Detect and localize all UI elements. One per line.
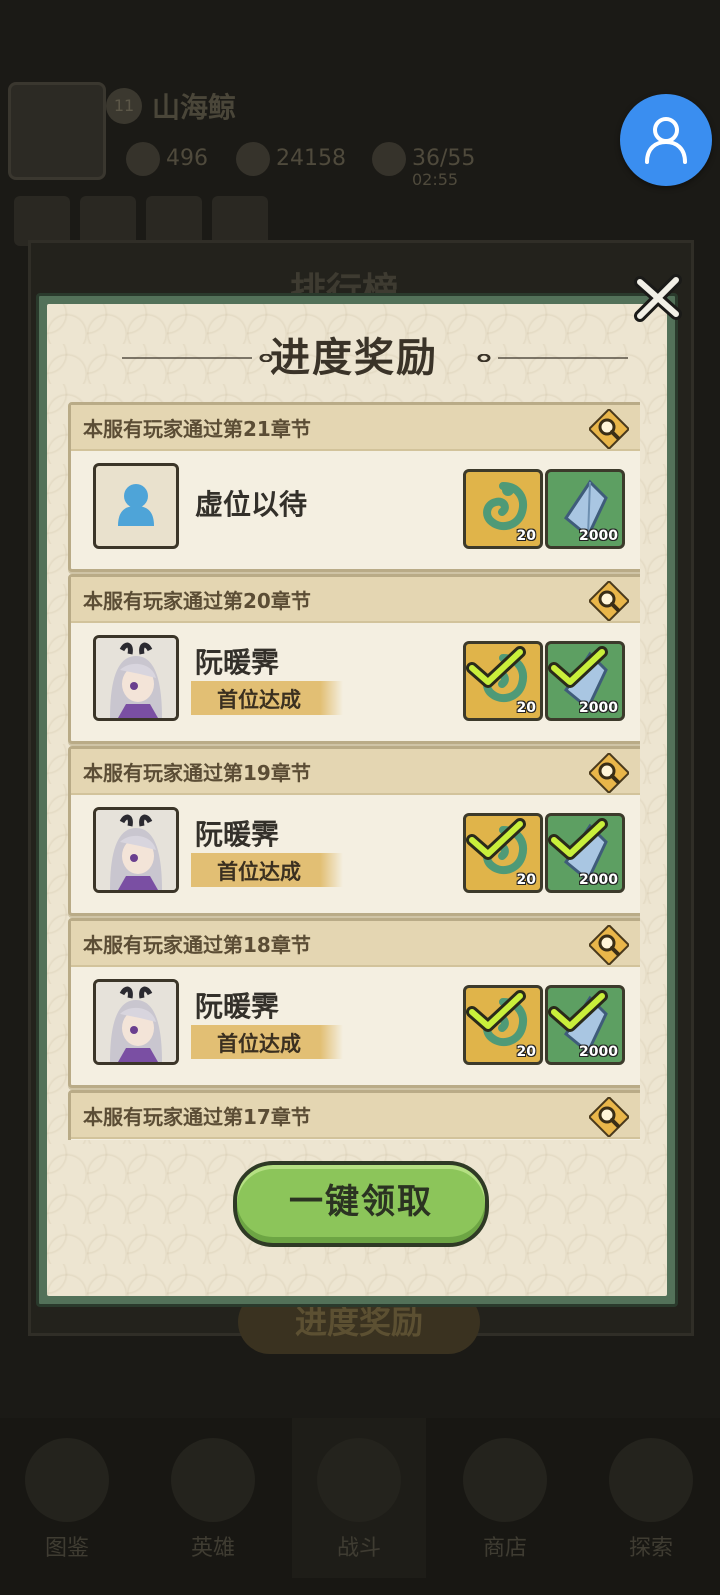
player-avatar [8,82,106,180]
claimed-check-icon [466,646,526,688]
claimed-check-icon [466,818,526,860]
claimed-check-icon [466,990,526,1032]
player-name: 阮暖霁 [195,646,280,679]
character-portrait [96,638,176,718]
player-avatar [93,635,179,721]
reward-card: 本服有玩家通过第18章节 阮暖霁 首位达成 20 2000 [68,918,640,1088]
chapter-condition: 本服有玩家通过第20章节 [83,589,311,613]
title-ornament-left [122,354,273,362]
card-header: 本服有玩家通过第17章节 [71,1093,640,1139]
claimed-check-icon [548,646,608,688]
first-achiever-badge: 首位达成 [191,1025,343,1059]
character-portrait [96,982,176,1062]
reward-list[interactable]: 本服有玩家通过第21章节 虚位以待 20 2000 本服有玩家通过第20章节 阮… [68,398,640,1140]
player-avatar [93,807,179,893]
player-name: 山海鲸 [152,91,237,124]
stat-power: 496 [126,142,208,176]
card-header: 本服有玩家通过第19章节 [71,749,640,795]
reward-item-crystal[interactable]: 2000 [545,469,625,549]
chapter-condition: 本服有玩家通过第19章节 [83,761,311,785]
character-portrait [96,810,176,890]
reward-card: 本服有玩家通过第17章节 [68,1090,640,1140]
first-achiever-badge: 首位达成 [191,681,343,715]
reward-item-crystal[interactable]: 2000 [545,641,625,721]
magnifier-icon[interactable] [589,409,629,449]
power-icon [126,142,160,176]
nav-item-explore: 探索 [584,1418,718,1578]
close-button[interactable] [632,272,684,324]
magnifier-icon[interactable] [589,753,629,793]
nav-item-heroes: 英雄 [146,1418,280,1578]
vacant-avatar [93,463,179,549]
card-header: 本服有玩家通过第18章节 [71,921,640,967]
reward-card: 本服有玩家通过第20章节 阮暖霁 首位达成 20 2000 [68,574,640,744]
magnifier-icon[interactable] [589,1097,629,1137]
chapter-condition: 本服有玩家通过第17章节 [83,1105,311,1129]
player-name: 阮暖霁 [195,990,280,1023]
reward-item-jade[interactable]: 20 [463,813,543,893]
reward-item-jade[interactable]: 20 [463,469,543,549]
claimed-check-icon [548,990,608,1032]
nav-item-battle: 战斗 [292,1418,426,1578]
reward-card: 本服有玩家通过第19章节 阮暖霁 首位达成 20 2000 [68,746,640,916]
modal-title: 进度奖励 [270,335,438,381]
reward-item-jade[interactable]: 20 [463,641,543,721]
chapter-condition: 本服有玩家通过第18章节 [83,933,311,957]
magnifier-icon[interactable] [589,925,629,965]
stat-gold: 24158 [236,142,346,176]
reward-item-crystal[interactable]: 2000 [545,985,625,1065]
player-name: 阮暖霁 [195,818,280,851]
magnifier-icon[interactable] [589,581,629,621]
close-icon [634,274,682,322]
nav-item-codex: 图鉴 [0,1418,134,1578]
chapter-condition: 本服有玩家通过第21章节 [83,417,311,441]
nav-item-shop: 商店 [438,1418,572,1578]
player-level-badge: 11 [106,88,142,124]
claim-all-button[interactable]: 一键领取 [233,1161,489,1247]
card-header: 本服有玩家通过第21章节 [71,405,640,451]
first-achiever-badge: 首位达成 [191,853,343,887]
player-name: 虚位以待 [195,488,308,521]
stamina-icon [372,142,406,176]
player-avatar [93,979,179,1065]
reward-item-jade[interactable]: 20 [463,985,543,1065]
title-ornament-right [477,354,628,362]
card-header: 本服有玩家通过第20章节 [71,577,640,623]
floating-user-button[interactable] [620,94,712,186]
user-placeholder-icon [118,484,154,526]
reward-item-crystal[interactable]: 2000 [545,813,625,893]
coin-icon [236,142,270,176]
bottom-nav: 图鉴 英雄 战斗 商店 探索 [0,1418,720,1595]
user-icon [645,117,687,164]
stamina-timer: 02:55 [412,170,459,189]
claimed-check-icon [548,818,608,860]
modal-header: 进度奖励 [36,330,672,386]
reward-card: 本服有玩家通过第21章节 虚位以待 20 2000 [68,402,640,572]
